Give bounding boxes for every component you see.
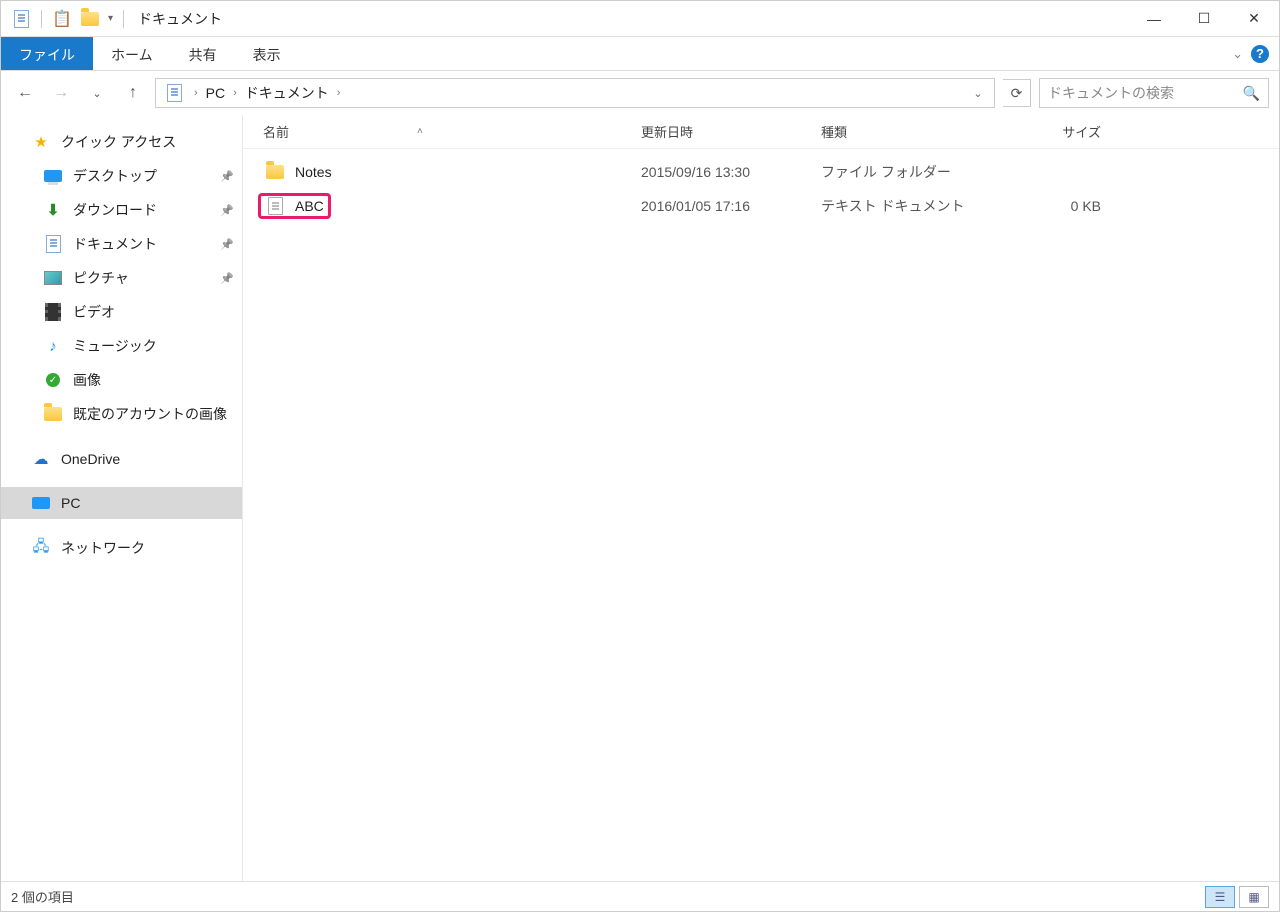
- nav-up-button[interactable]: ↑: [119, 79, 147, 107]
- check-icon: ✓: [43, 371, 63, 389]
- file-name: ABC: [295, 198, 324, 214]
- chevron-right-icon[interactable]: ›: [194, 87, 198, 99]
- tab-home[interactable]: ホーム: [93, 37, 171, 70]
- file-rows: Notes 2015/09/16 13:30 ファイル フォルダー ABC 20…: [243, 149, 1279, 881]
- sidebar-item-label: OneDrive: [61, 451, 120, 467]
- minimize-button[interactable]: ―: [1129, 1, 1179, 36]
- sidebar-item-documents[interactable]: ドキュメント: [1, 227, 242, 261]
- chevron-right-icon[interactable]: ›: [337, 87, 341, 99]
- ribbon-tabs: ファイル ホーム 共有 表示 ⌄ ?: [1, 37, 1279, 71]
- sidebar-item-pc[interactable]: PC: [1, 487, 242, 519]
- sidebar-item-label: ビデオ: [73, 302, 115, 322]
- file-type: テキスト ドキュメント: [821, 196, 1001, 216]
- ribbon-collapse-icon[interactable]: ⌄: [1232, 46, 1243, 62]
- address-bar-row: ← → ⌄ ↑ › PC › ドキュメント › ⌄ ⟳ ドキュメントの検索 🔍: [1, 71, 1279, 115]
- tab-file[interactable]: ファイル: [1, 37, 93, 70]
- desktop-icon: [43, 167, 63, 185]
- file-date: 2016/01/05 17:16: [641, 198, 821, 214]
- column-header-size[interactable]: サイズ: [1001, 122, 1121, 141]
- search-placeholder: ドキュメントの検索: [1048, 83, 1174, 103]
- status-bar: 2 個の項目 ☰ ▦: [1, 881, 1279, 911]
- download-icon: ⬇: [43, 201, 63, 219]
- sidebar-item-images[interactable]: ✓ 画像: [1, 363, 242, 397]
- view-large-icons-button[interactable]: ▦: [1239, 886, 1269, 908]
- picture-icon: [43, 269, 63, 287]
- video-icon: [43, 303, 63, 321]
- music-icon: ♪: [43, 337, 63, 355]
- refresh-button[interactable]: ⟳: [1003, 79, 1031, 107]
- nav-forward-button[interactable]: →: [47, 79, 75, 107]
- highlight-annotation: ABC: [258, 193, 331, 219]
- maximize-button[interactable]: ☐: [1179, 1, 1229, 36]
- location-doc-icon[interactable]: [164, 83, 184, 103]
- sidebar-item-onedrive[interactable]: ☁ OneDrive: [1, 443, 242, 475]
- file-type: ファイル フォルダー: [821, 162, 1001, 182]
- quick-folder-icon[interactable]: [80, 9, 100, 29]
- app-document-icon[interactable]: [11, 9, 31, 29]
- address-bar[interactable]: › PC › ドキュメント › ⌄: [155, 78, 995, 108]
- file-list-panel: 名前 ˄ 更新日時 種類 サイズ Notes 2015/09/16 13:30 フ…: [243, 115, 1279, 881]
- cloud-icon: ☁: [31, 450, 51, 468]
- sidebar-item-videos[interactable]: ビデオ: [1, 295, 242, 329]
- sidebar-item-label: ドキュメント: [73, 234, 157, 254]
- separator: [41, 10, 42, 28]
- quick-access-dropdown-icon[interactable]: ▾: [108, 13, 113, 24]
- breadcrumb-pc[interactable]: PC: [204, 85, 227, 101]
- column-header-date[interactable]: 更新日時: [641, 122, 821, 141]
- file-date: 2015/09/16 13:30: [641, 164, 821, 180]
- file-row-abc[interactable]: ABC 2016/01/05 17:16 テキスト ドキュメント 0 KB: [243, 189, 1279, 223]
- close-button[interactable]: ✕: [1229, 1, 1279, 36]
- sidebar-item-label: 画像: [73, 370, 101, 390]
- nav-sidebar: ★ クイック アクセス デスクトップ ⬇ ダウンロード ドキュメント ピクチャ ビデ…: [1, 115, 243, 881]
- sidebar-item-label: 既定のアカウントの画像: [73, 404, 227, 424]
- sidebar-item-label: ネットワーク: [61, 538, 145, 558]
- document-icon: [43, 235, 63, 253]
- sidebar-item-downloads[interactable]: ⬇ ダウンロード: [1, 193, 242, 227]
- column-header-name[interactable]: 名前 ˄: [243, 122, 641, 141]
- sidebar-item-label: デスクトップ: [73, 166, 157, 186]
- view-details-button[interactable]: ☰: [1205, 886, 1235, 908]
- folder-icon: [265, 162, 285, 182]
- address-dropdown-icon[interactable]: ⌄: [966, 79, 990, 107]
- sidebar-item-label: クイック アクセス: [61, 132, 176, 152]
- properties-icon[interactable]: 📋: [52, 9, 72, 29]
- tab-view[interactable]: 表示: [235, 37, 299, 70]
- status-item-count: 2 個の項目: [11, 887, 74, 906]
- sidebar-item-label: ピクチャ: [73, 268, 129, 288]
- file-size: 0 KB: [1001, 198, 1121, 214]
- star-icon: ★: [31, 133, 51, 151]
- nav-back-button[interactable]: ←: [11, 79, 39, 107]
- sidebar-item-label: ミュージック: [73, 336, 157, 356]
- chevron-right-icon[interactable]: ›: [233, 87, 237, 99]
- search-icon[interactable]: 🔍: [1243, 85, 1260, 102]
- network-icon: 🖧: [31, 539, 51, 557]
- main-area: ★ クイック アクセス デスクトップ ⬇ ダウンロード ドキュメント ピクチャ ビデ…: [1, 115, 1279, 881]
- text-file-icon: [265, 196, 285, 216]
- help-icon[interactable]: ?: [1251, 45, 1269, 63]
- sidebar-item-quick-access[interactable]: ★ クイック アクセス: [1, 125, 242, 159]
- sidebar-item-desktop[interactable]: デスクトップ: [1, 159, 242, 193]
- folder-icon: [43, 405, 63, 423]
- sidebar-item-label: ダウンロード: [73, 200, 157, 220]
- file-name: Notes: [295, 164, 332, 180]
- column-label: 名前: [263, 122, 289, 141]
- file-row-folder[interactable]: Notes 2015/09/16 13:30 ファイル フォルダー: [243, 155, 1279, 189]
- title-bar: 📋 ▾ ドキュメント ― ☐ ✕: [1, 1, 1279, 37]
- breadcrumb-documents[interactable]: ドキュメント: [243, 83, 331, 103]
- sort-indicator-icon: ˄: [417, 126, 423, 137]
- pc-icon: [31, 494, 51, 512]
- separator: [123, 10, 124, 28]
- sidebar-item-pictures[interactable]: ピクチャ: [1, 261, 242, 295]
- nav-history-dropdown-icon[interactable]: ⌄: [83, 79, 111, 107]
- sidebar-item-default-account[interactable]: 既定のアカウントの画像: [1, 397, 242, 431]
- column-header-type[interactable]: 種類: [821, 122, 1001, 141]
- sidebar-item-network[interactable]: 🖧 ネットワーク: [1, 531, 242, 565]
- sidebar-item-label: PC: [61, 495, 80, 511]
- column-headers: 名前 ˄ 更新日時 種類 サイズ: [243, 115, 1279, 149]
- search-input[interactable]: ドキュメントの検索 🔍: [1039, 78, 1269, 108]
- tab-share[interactable]: 共有: [171, 37, 235, 70]
- sidebar-item-music[interactable]: ♪ ミュージック: [1, 329, 242, 363]
- window-title: ドキュメント: [138, 9, 222, 29]
